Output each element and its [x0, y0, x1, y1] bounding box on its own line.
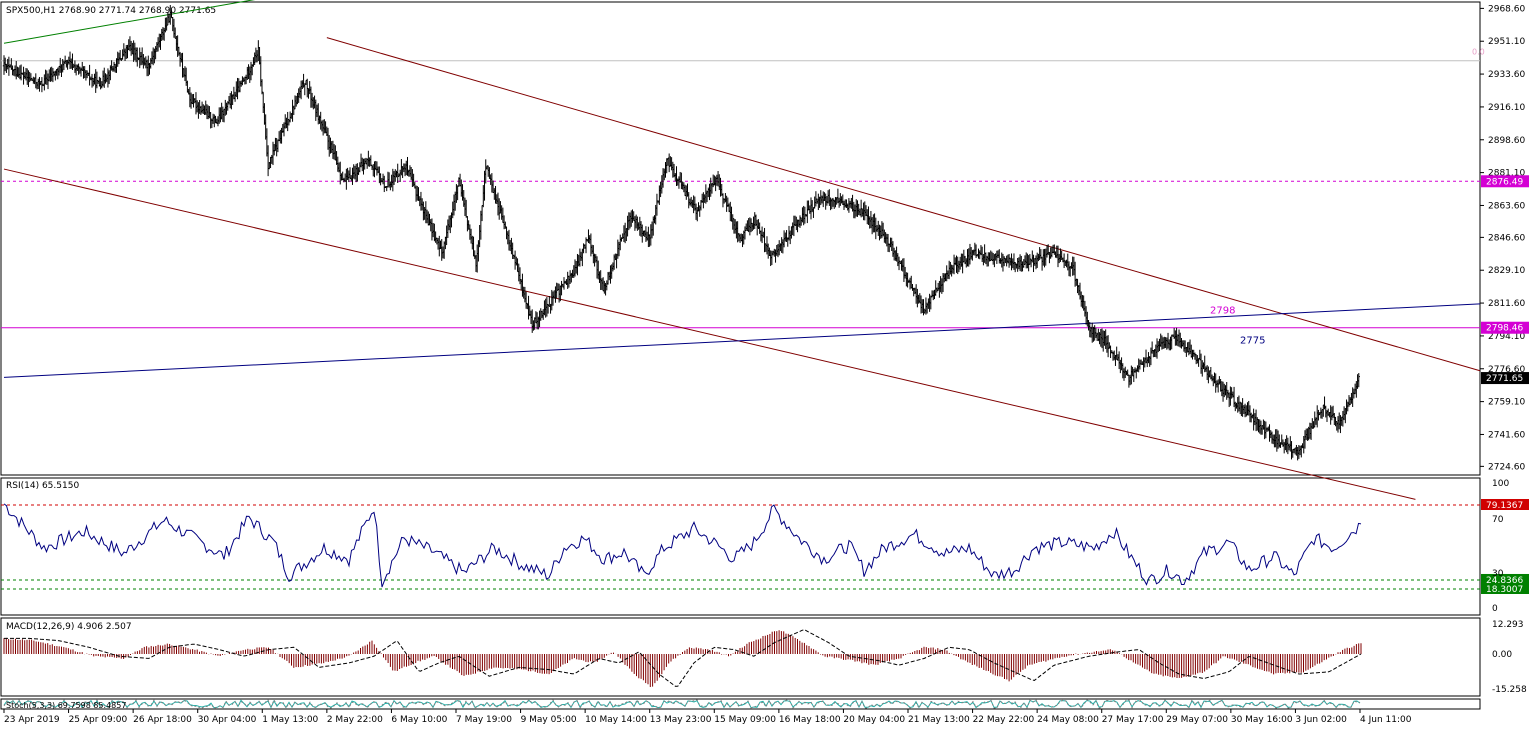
- macd-tick-label: 12.293: [1492, 620, 1524, 630]
- rsi-level-label: 18.3007: [1486, 585, 1523, 595]
- time-tick-label: 27 May 17:00: [1102, 715, 1164, 725]
- time-tick-label: 13 May 23:00: [650, 715, 712, 725]
- macd-tick-label: -15.258: [1492, 685, 1527, 695]
- macd-panel-frame: [0, 617, 1481, 697]
- time-tick-label: 21 May 13:00: [908, 715, 970, 725]
- price-tick-label: 2741.60: [1488, 430, 1525, 440]
- trading-chart[interactable]: SPX500,H1 2768.90 2771.74 2768.90 2771.6…: [0, 0, 1532, 731]
- rsi-level-label: 79.1367: [1486, 501, 1523, 511]
- price-annotation: 0.0: [1472, 48, 1485, 57]
- time-tick-label: 10 May 14:00: [585, 715, 647, 725]
- price-tick-label: 2898.60: [1488, 136, 1525, 146]
- time-tick-label: 2 May 22:00: [327, 715, 383, 725]
- price-tick-label: 2759.10: [1488, 398, 1525, 408]
- time-tick-label: 22 May 22:00: [973, 715, 1035, 725]
- level-price-label: 2798.46: [1486, 324, 1523, 334]
- level-price-label: 2876.49: [1486, 177, 1523, 187]
- time-tick-label: 6 May 10:00: [391, 715, 447, 725]
- time-tick-label: 30 Apr 04:00: [198, 715, 257, 725]
- rsi-tick-label: 70: [1492, 515, 1504, 525]
- time-tick-label: 9 May 05:00: [521, 715, 577, 725]
- macd-title: MACD(12,26,9) 4.906 2.507: [6, 622, 132, 632]
- time-tick-label: 23 Apr 2019: [4, 715, 60, 725]
- price-tick-label: 2863.60: [1488, 201, 1525, 211]
- price-tick-label: 2933.60: [1488, 70, 1525, 80]
- current-price-label: 2771.65: [1486, 374, 1523, 384]
- price-tick-label: 2968.60: [1488, 4, 1525, 14]
- time-tick-label: 3 Jun 02:00: [1295, 715, 1347, 725]
- time-tick-label: 20 May 04:00: [843, 715, 905, 725]
- price-tick-label: 2811.60: [1488, 299, 1525, 309]
- time-tick-label: 4 Jun 11:00: [1360, 715, 1412, 725]
- price-tick-label: 2916.10: [1488, 103, 1525, 113]
- price-tick-label: 2846.60: [1488, 233, 1525, 243]
- time-axis: 23 Apr 2019 25 Apr 09:00 26 Apr 18:00 30 Ap…: [3, 709, 1412, 725]
- price-tick-label: 2829.10: [1488, 266, 1525, 276]
- price-tick-label: 2724.60: [1488, 462, 1525, 472]
- rsi-tick-label: 0: [1492, 604, 1498, 614]
- time-tick-label: 24 May 08:00: [1037, 715, 1099, 725]
- time-tick-label: 25 Apr 09:00: [69, 715, 128, 725]
- rsi-tick-label: 100: [1492, 479, 1509, 489]
- price-annotation: 2798: [1210, 306, 1235, 317]
- time-tick-label: 7 May 19:00: [456, 715, 512, 725]
- price-axis: 2968.602951.102933.602916.102898.602881.…: [1480, 4, 1525, 472]
- time-tick-label: 15 May 09:00: [714, 715, 776, 725]
- time-tick-label: 26 Apr 18:00: [133, 715, 192, 725]
- macd-tick-label: 0.00: [1492, 650, 1512, 660]
- time-tick-label: 1 May 13:00: [262, 715, 318, 725]
- price-annotation: 2775: [1240, 336, 1265, 347]
- time-tick-label: 16 May 18:00: [779, 715, 841, 725]
- stoch-title: Stoch(5,3,3) 69.7598 85.4857: [6, 701, 126, 710]
- price-tick-label: 2951.10: [1488, 37, 1525, 47]
- rsi-tick-label: 30: [1492, 569, 1504, 579]
- rsi-title: RSI(14) 65.5150: [6, 481, 79, 491]
- rsi-panel-frame: [0, 477, 1481, 616]
- time-tick-label: 30 May 16:00: [1231, 715, 1293, 725]
- symbol-header: SPX500,H1 2768.90 2771.74 2768.90 2771.6…: [6, 6, 216, 16]
- time-tick-label: 29 May 07:00: [1166, 715, 1228, 725]
